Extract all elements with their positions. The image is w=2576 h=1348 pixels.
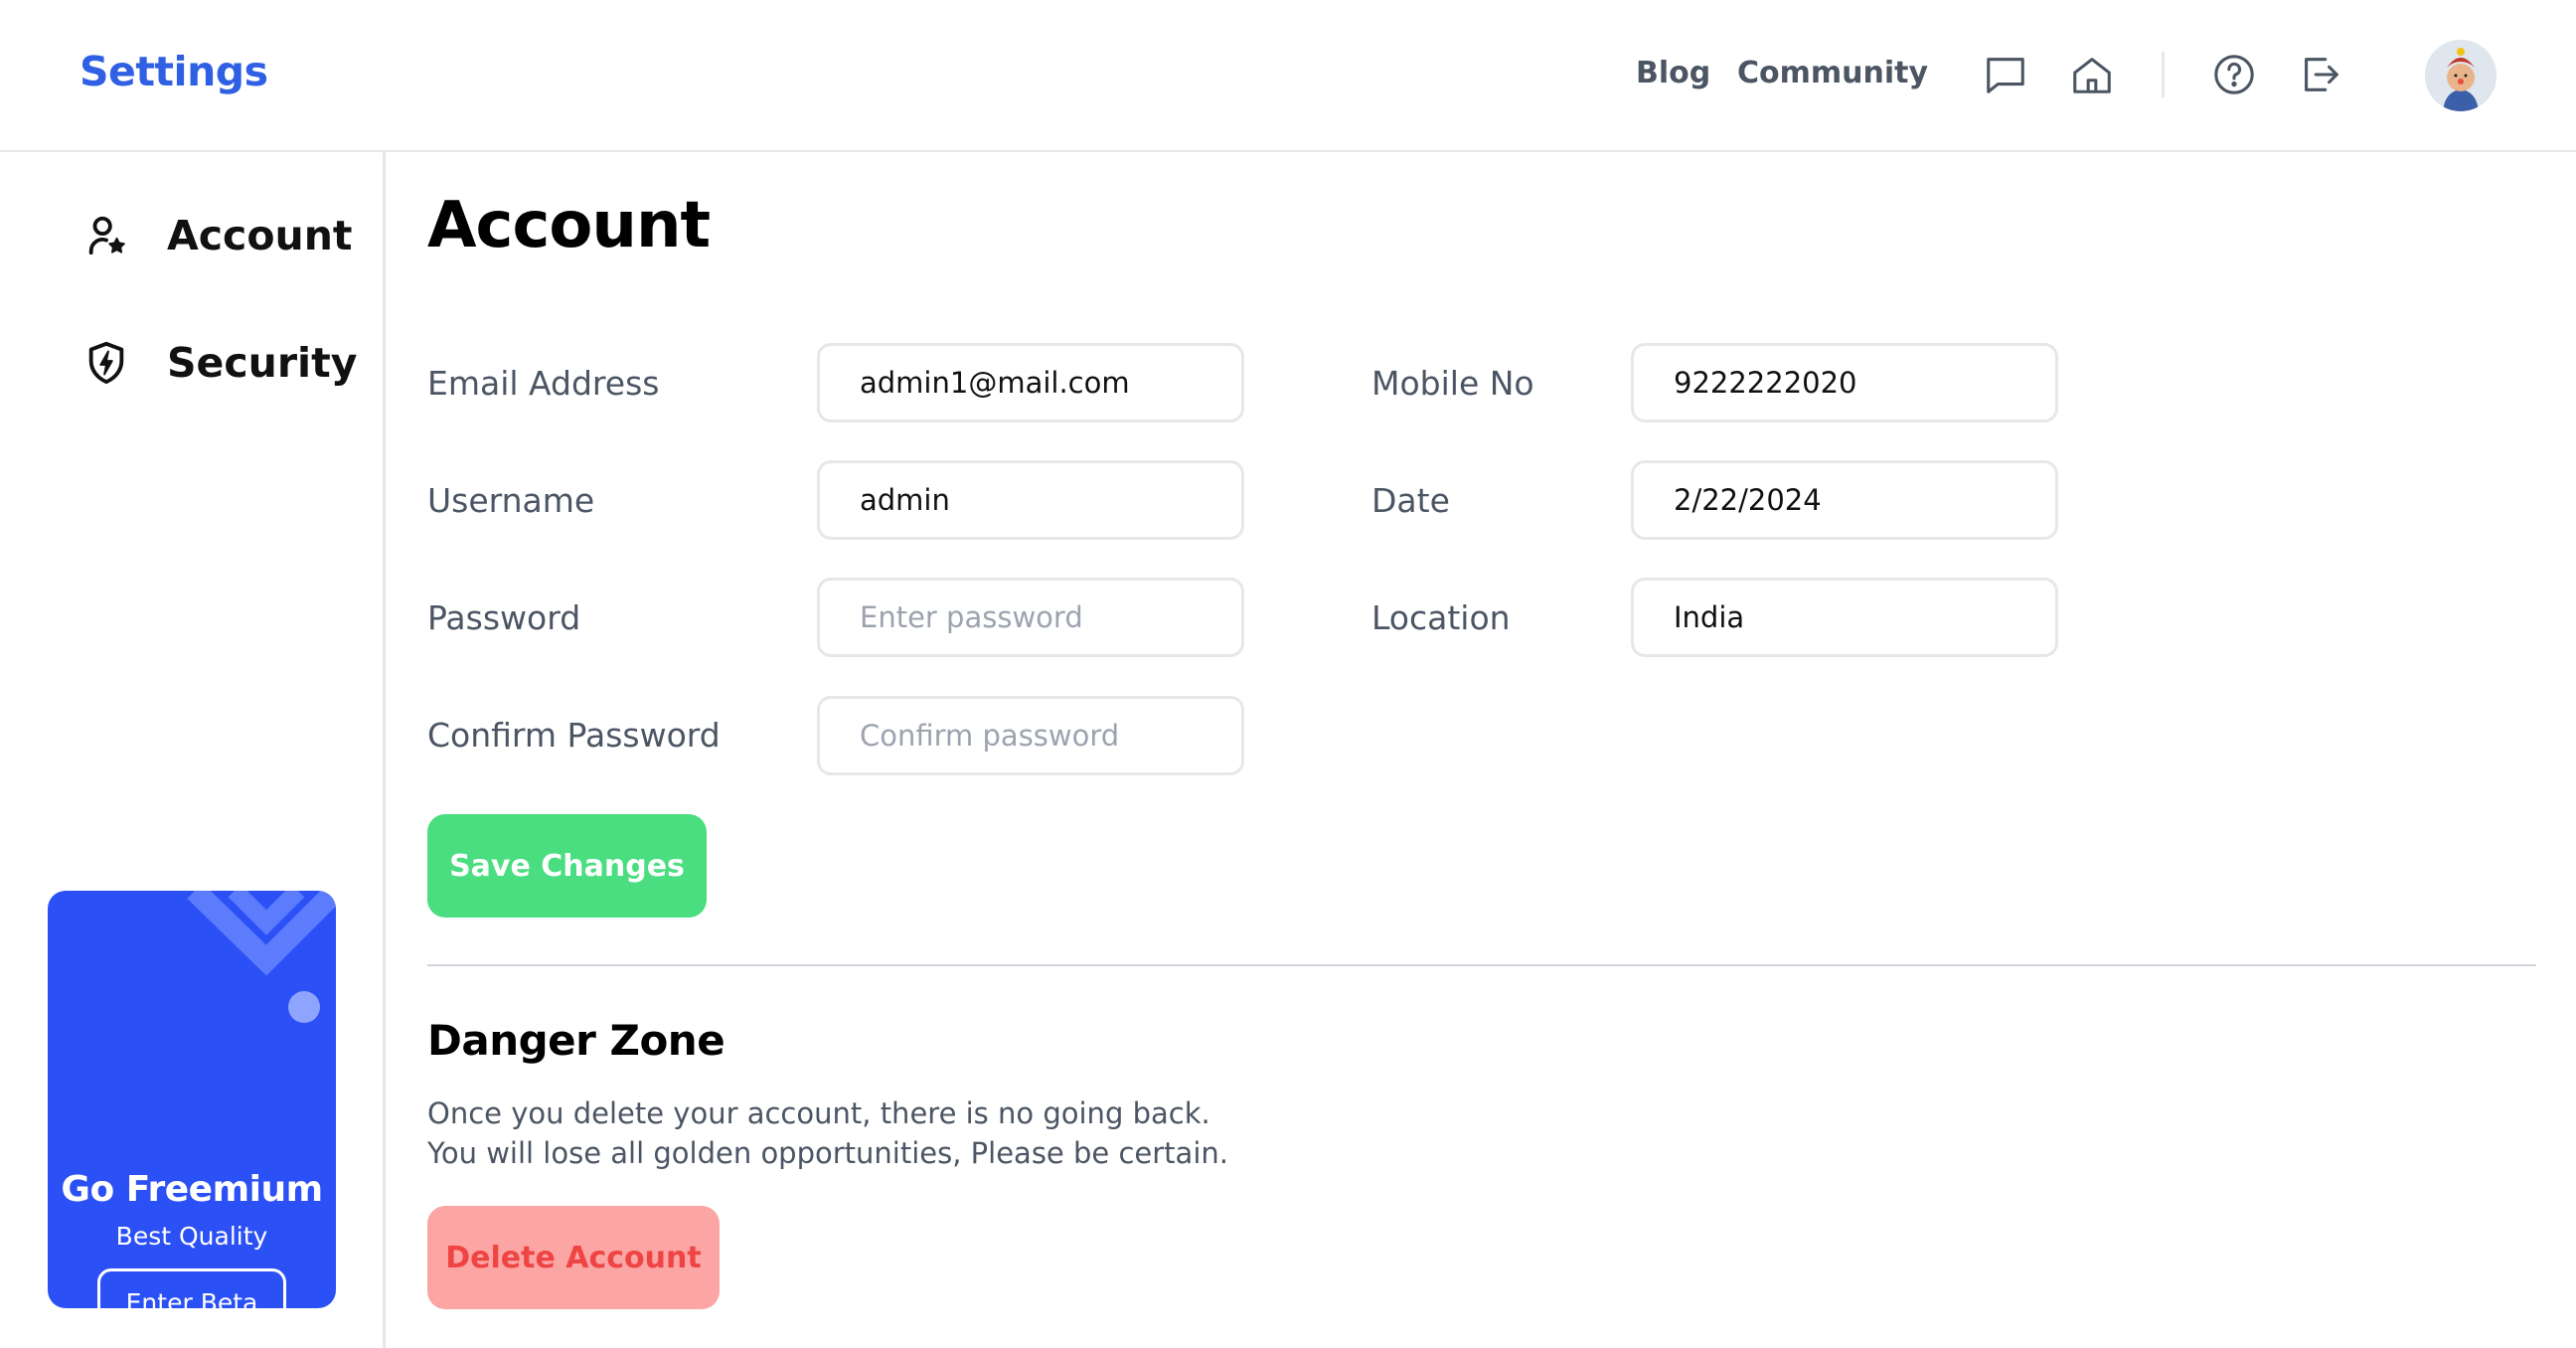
- username-label: Username: [427, 481, 595, 520]
- danger-zone-title: Danger Zone: [427, 1016, 725, 1065]
- help-icon[interactable]: [2211, 52, 2257, 97]
- date-label: Date: [1371, 481, 1450, 520]
- mobile-label: Mobile No: [1371, 364, 1534, 403]
- section-divider: [427, 964, 2536, 966]
- shield-bolt-icon: [83, 340, 129, 386]
- danger-zone-text: Once you delete your account, there is n…: [427, 1096, 1228, 1170]
- sidebar-item-label: Account: [167, 212, 353, 259]
- username-field[interactable]: [817, 460, 1244, 540]
- top-header: Settings Blog Community: [0, 0, 2576, 152]
- page-title: Account: [427, 189, 711, 262]
- password-field[interactable]: [817, 578, 1244, 657]
- promo-card: Go Freemium Best Quality Enter Beta: [48, 891, 336, 1308]
- sidebar-item-security[interactable]: Security: [83, 333, 357, 393]
- user-star-icon: [83, 213, 129, 258]
- message-icon[interactable]: [1983, 52, 2028, 97]
- save-changes-button[interactable]: Save Changes: [427, 814, 707, 918]
- promo-decoration: [187, 891, 336, 1023]
- nav-community-link[interactable]: Community: [1737, 56, 1928, 90]
- location-field[interactable]: [1631, 578, 2058, 657]
- logout-icon[interactable]: [2297, 52, 2342, 97]
- promo-title: Go Freemium: [61, 1169, 323, 1210]
- email-field[interactable]: [817, 343, 1244, 422]
- enter-beta-button[interactable]: Enter Beta: [97, 1268, 286, 1308]
- delete-account-button[interactable]: Delete Account: [427, 1206, 720, 1309]
- sidebar-item-account[interactable]: Account: [83, 206, 352, 265]
- promo-subtitle: Best Quality: [115, 1222, 268, 1251]
- confirm-password-label: Confirm Password: [427, 716, 721, 755]
- sidebar-item-label: Security: [167, 339, 358, 387]
- nav-blog-link[interactable]: Blog: [1636, 56, 1710, 90]
- header-divider: [2162, 52, 2165, 97]
- email-label: Email Address: [427, 364, 660, 403]
- location-label: Location: [1371, 598, 1511, 637]
- password-label: Password: [427, 598, 581, 637]
- home-icon[interactable]: [2069, 52, 2115, 97]
- confirm-password-field[interactable]: [817, 696, 1244, 775]
- mobile-field[interactable]: [1631, 343, 2058, 422]
- date-field[interactable]: [1631, 460, 2058, 540]
- user-avatar[interactable]: [2425, 40, 2496, 111]
- sidebar: Account Security Go Freemium Best Qualit…: [0, 152, 386, 1348]
- brand-title[interactable]: Settings: [80, 48, 268, 95]
